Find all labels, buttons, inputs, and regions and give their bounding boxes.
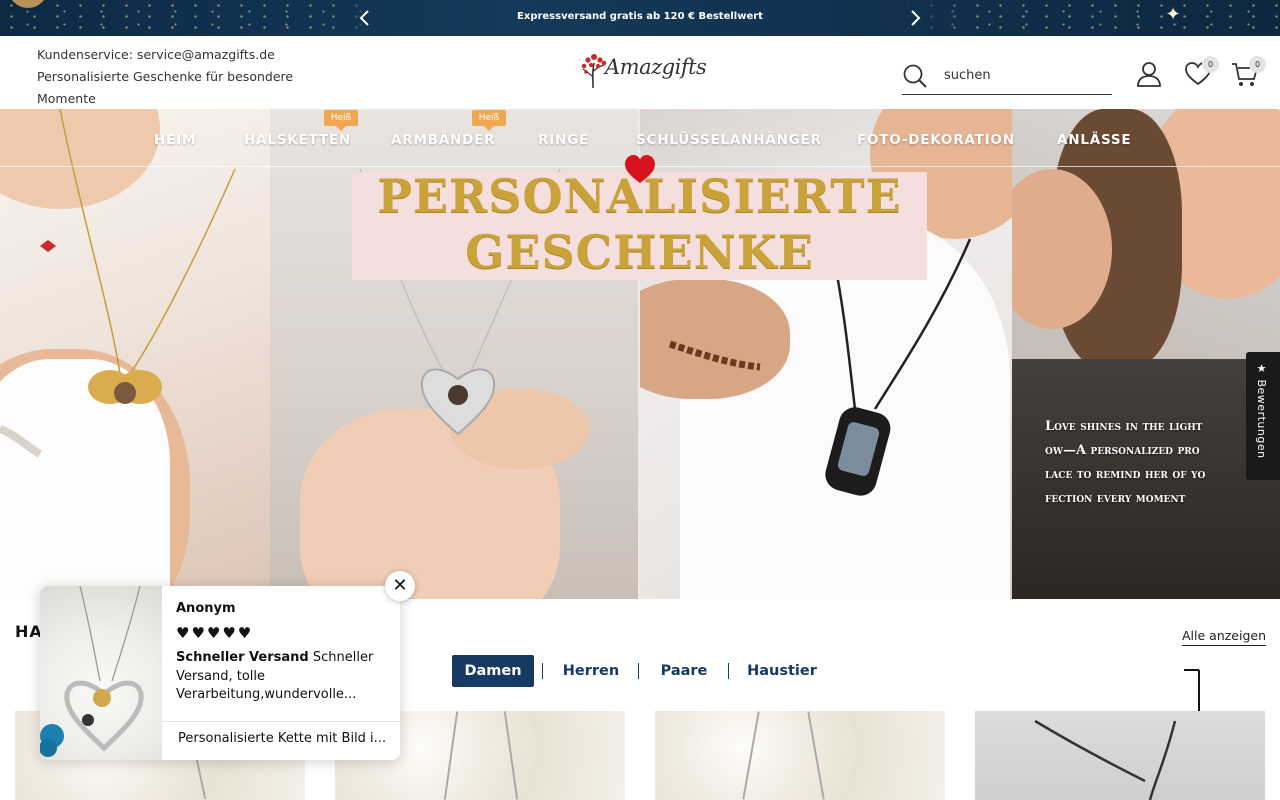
account-icon[interactable]: [1135, 60, 1163, 88]
hot-badge: Heiß: [324, 110, 358, 131]
view-all-link[interactable]: Alle anzeigen: [1182, 628, 1267, 646]
star-sparkle-icon: ✦: [1165, 4, 1181, 25]
close-icon: ✕: [392, 575, 408, 596]
hot-badge: Heiß: [472, 110, 506, 131]
tab-divider: [542, 663, 543, 679]
nav-item-armbaender[interactable]: ARMBÄNDER: [391, 132, 495, 148]
logo-text: Amazgifts: [605, 55, 707, 79]
reviews-tab-label: ★ Bewertungen: [1255, 362, 1268, 459]
reviewer-name: Anonym: [176, 601, 236, 616]
hero-headline-line-1: PERSONALISIERTE: [377, 169, 902, 223]
popup-divider: [162, 721, 400, 722]
reviews-side-tab[interactable]: ★ Bewertungen: [1246, 352, 1280, 480]
review-product-name[interactable]: Personalisierte Kette mit Bild i...: [178, 731, 388, 746]
overlay-line: lace to remind her of yo: [1045, 467, 1206, 482]
site-header: Kundenservice: service@amazgifts.de Pers…: [0, 36, 1280, 109]
customer-service-text: Kundenservice: service@amazgifts.de: [37, 47, 275, 62]
review-product-image: [40, 586, 162, 760]
tab-herren[interactable]: Herren: [556, 655, 626, 687]
chevron-left-icon: [359, 10, 369, 26]
tree-heart-logo-icon: [581, 54, 607, 89]
tab-divider: [728, 663, 729, 679]
chevron-right-icon: [911, 10, 921, 26]
wishlist-count-badge: 0: [1202, 56, 1219, 73]
section-title: HA: [15, 622, 43, 641]
review-text: Schneller Versand Schneller Versand, tol…: [176, 649, 381, 705]
search-bar: [902, 57, 1112, 95]
nav-item-halsketten[interactable]: HALSKETTEN: [244, 132, 351, 148]
nav-item-ringe[interactable]: RINGE: [538, 132, 589, 148]
angel-wing-pendant-image: [0, 109, 236, 458]
tab-damen[interactable]: Damen: [452, 655, 534, 687]
hero-overlay-text: Love shines in the light ow—A personaliz…: [1045, 415, 1275, 511]
close-popup-button[interactable]: ✕: [385, 571, 415, 601]
promo-text: Expressversand gratis ab 120 € Bestellwe…: [517, 11, 763, 22]
review-popup[interactable]: Anonym ♥♥♥♥♥ Schneller Versand Schneller…: [40, 586, 400, 760]
product-card[interactable]: [655, 711, 945, 800]
tab-divider: [638, 663, 639, 679]
review-highlight: Schneller Versand: [176, 650, 309, 665]
overlay-line: Love shines in the light: [1045, 419, 1203, 434]
tab-paare[interactable]: Paare: [652, 655, 716, 687]
overlay-line: fection every moment: [1045, 491, 1186, 506]
site-logo[interactable]: Amazgifts: [580, 51, 707, 91]
promo-bar: Expressversand gratis ab 120 € Bestellwe…: [0, 0, 1280, 36]
nav-item-heim[interactable]: HEIM: [154, 132, 196, 148]
hero-banner[interactable]: HEIM HALSKETTEN Heiß ARMBÄNDER Heiß RING…: [0, 109, 1280, 599]
promo-prev-button[interactable]: [355, 8, 375, 28]
search-icon[interactable]: [902, 63, 928, 89]
nav-item-schluesselanhaenger[interactable]: SCHLÜSSELANHÄNGER: [636, 132, 822, 148]
header-info: Kundenservice: service@amazgifts.de Pers…: [37, 44, 307, 110]
hero-photo-couple: [1012, 109, 1280, 599]
overlay-line: ow—A personalized pro: [1045, 443, 1200, 458]
product-image: [1034, 719, 1177, 800]
hero-photo-women-necklace: [0, 109, 270, 599]
product-card[interactable]: [975, 711, 1265, 800]
tab-haustier[interactable]: Haustier: [742, 655, 822, 687]
promo-next-button[interactable]: [905, 8, 925, 28]
header-tagline: Personalisierte Geschenke für besondere …: [37, 69, 294, 106]
nav-item-anlaesse[interactable]: ANLÄSSE: [1057, 132, 1131, 148]
nav-item-foto-dekoration[interactable]: FOTO-DEKORATION: [857, 132, 1015, 148]
hero-headline-line-2: GESCHENKE: [465, 225, 814, 279]
heart-necklace-image: [40, 586, 144, 757]
rating-hearts: ♥♥♥♥♥: [176, 624, 254, 642]
search-input[interactable]: [944, 65, 1104, 85]
cart-count-badge: 0: [1249, 56, 1266, 73]
